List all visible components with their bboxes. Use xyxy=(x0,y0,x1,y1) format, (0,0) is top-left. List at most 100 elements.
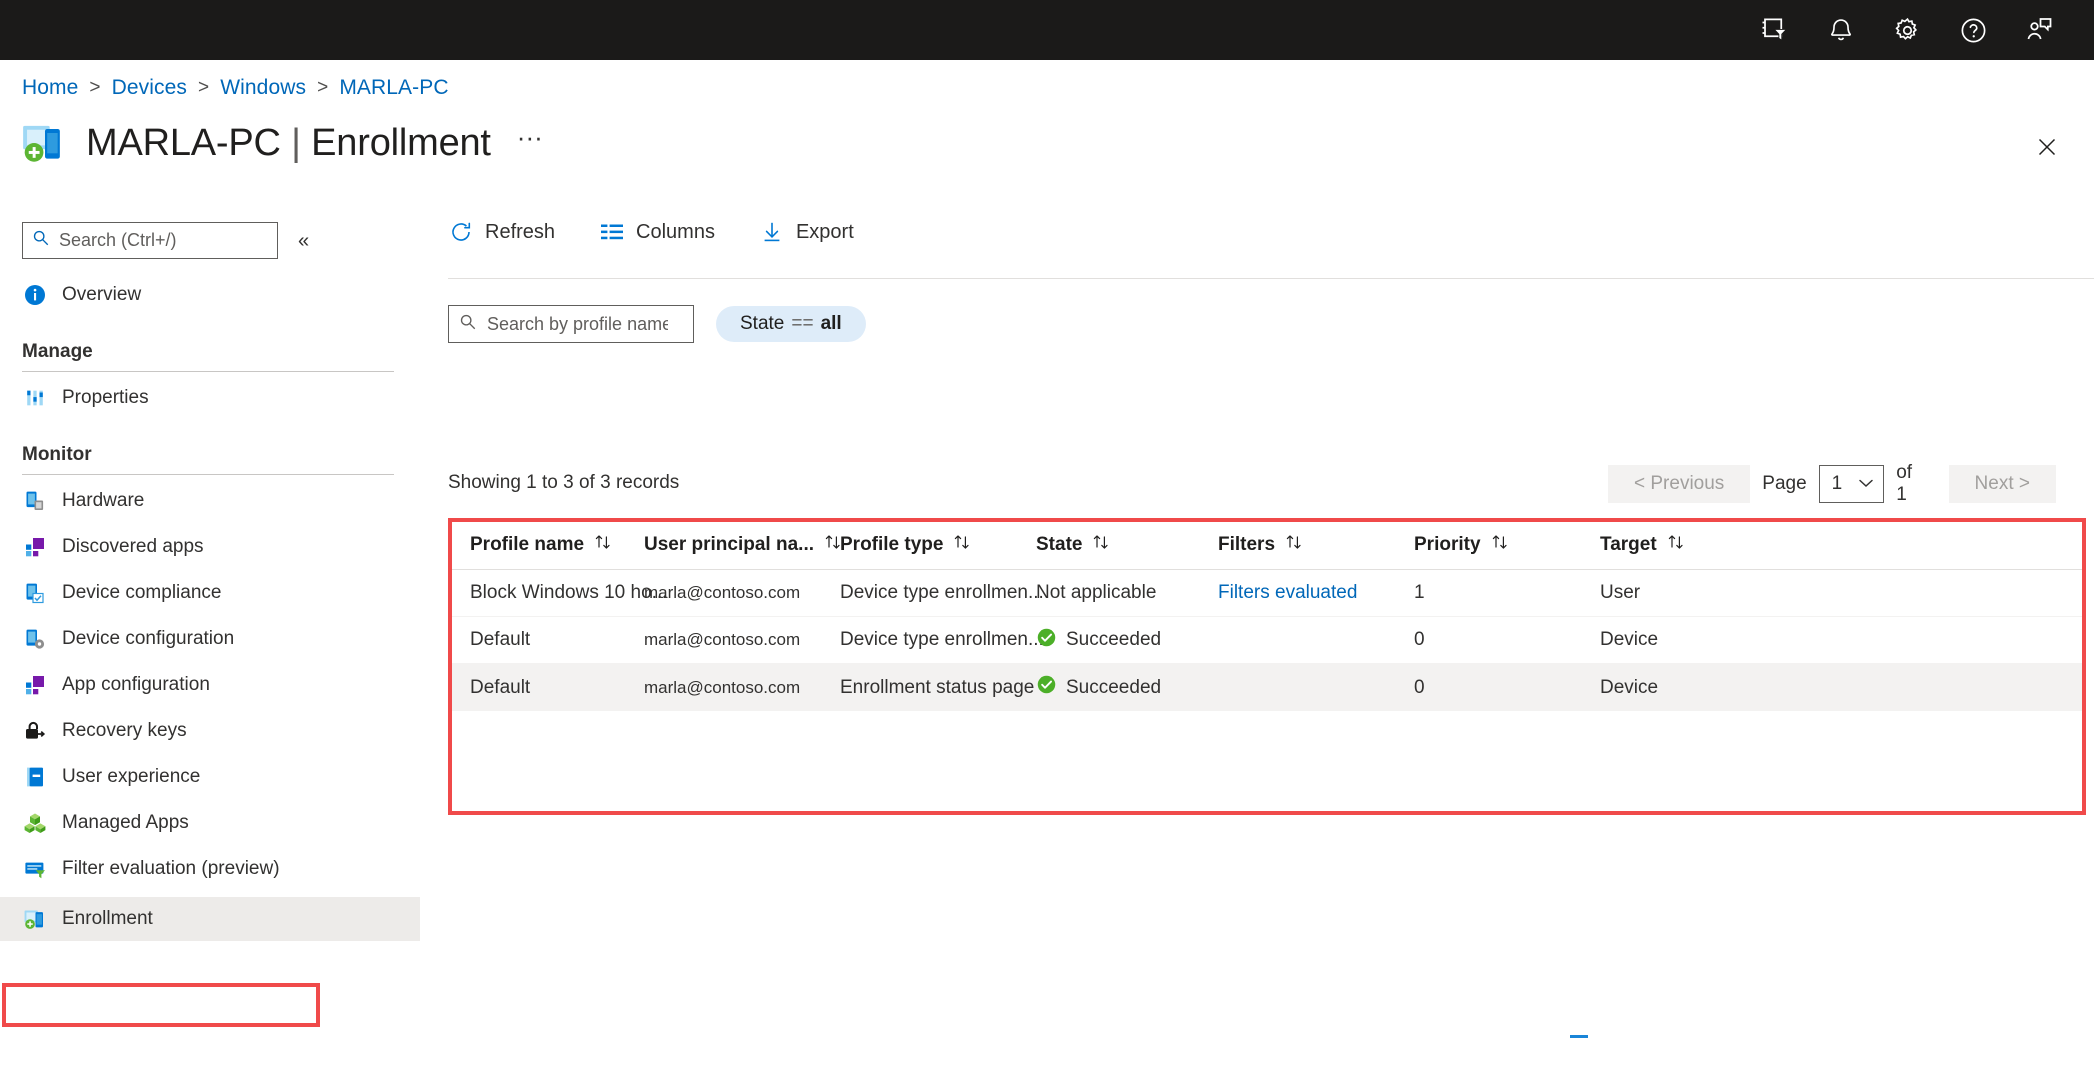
cell-target: User xyxy=(1600,582,1641,603)
page-label: Page xyxy=(1762,473,1807,494)
sidebar-item-enrollment[interactable]: Enrollment xyxy=(0,897,420,941)
sidebar-item-app-configuration[interactable]: App configuration xyxy=(0,665,440,705)
breadcrumb: Home > Devices > Windows > MARLA-PC xyxy=(22,76,449,100)
column-header-profile-type[interactable]: Profile type xyxy=(840,533,1036,557)
columns-icon xyxy=(599,219,625,245)
records-count: Showing 1 to 3 of 3 records xyxy=(448,472,680,493)
sort-arrows-icon xyxy=(1091,533,1111,557)
collapse-sidebar-button[interactable]: « xyxy=(298,231,309,251)
table-row[interactable]: Default marla@contoso.com Enrollment sta… xyxy=(448,664,2086,711)
sidebar-item-filter-evaluation[interactable]: Filter evaluation (preview) xyxy=(0,849,440,889)
cell-target: Device xyxy=(1600,629,1659,650)
page-header: MARLA-PC | Enrollment ··· xyxy=(20,118,543,168)
refresh-label: Refresh xyxy=(485,220,556,243)
cell-priority: 0 xyxy=(1414,629,1425,650)
help-question-icon[interactable] xyxy=(1940,0,2006,60)
sidebar-item-label: Device compliance xyxy=(62,582,222,603)
state-filter-pill[interactable]: State == all xyxy=(716,306,866,342)
bell-icon[interactable] xyxy=(1808,0,1874,60)
search-icon xyxy=(32,229,50,252)
device-compliance-icon xyxy=(22,580,48,606)
cell-filters: Filters evaluated xyxy=(1218,582,1414,604)
sidebar-item-hardware[interactable]: Hardware xyxy=(0,481,440,521)
sidebar-item-label: Hardware xyxy=(62,490,145,511)
state-text: Succeeded xyxy=(1066,676,1162,698)
sort-arrows-icon xyxy=(1490,533,1510,557)
breadcrumb-item-devices[interactable]: Devices xyxy=(112,76,187,100)
success-check-icon xyxy=(1036,674,1057,701)
sidebar-item-discovered-apps[interactable]: Discovered apps xyxy=(0,527,440,567)
pagination-controls: < Previous Page 1 of 1 Next > xyxy=(1608,462,2056,506)
previous-page-button[interactable]: < Previous xyxy=(1608,465,1751,503)
cell-upn: marla@contoso.com xyxy=(644,677,801,697)
page-title: MARLA-PC | Enrollment xyxy=(86,122,491,165)
lock-key-icon xyxy=(22,718,48,744)
cell-profile-name: Default xyxy=(470,629,531,650)
column-header-upn[interactable]: User principal na... xyxy=(644,533,840,557)
column-header-profile-name[interactable]: Profile name xyxy=(448,533,644,557)
more-options-button[interactable]: ··· xyxy=(517,124,543,162)
columns-button[interactable]: Columns xyxy=(599,219,733,245)
export-download-icon xyxy=(759,219,785,245)
profile-search-input[interactable] xyxy=(448,305,694,343)
enrollment-table: Profile name User principal na... Profil… xyxy=(448,520,2086,711)
state-filter-value: all xyxy=(820,313,842,334)
feedback-person-icon[interactable] xyxy=(2006,0,2072,60)
sidebar-item-label: Overview xyxy=(62,284,142,305)
sidebar-group-manage: Manage xyxy=(0,341,440,372)
sidebar-item-device-compliance[interactable]: Device compliance xyxy=(0,573,440,613)
page-total-label: of 1 xyxy=(1896,462,1913,505)
column-label: User principal na... xyxy=(644,533,814,555)
column-header-priority[interactable]: Priority xyxy=(1414,533,1600,557)
sidebar-item-device-configuration[interactable]: Device configuration xyxy=(0,619,440,659)
main-content: Refresh Columns Export Search by profile… xyxy=(448,210,2094,815)
info-circle-icon xyxy=(22,282,48,308)
column-label: Profile name xyxy=(470,533,585,555)
page-loading-indicator xyxy=(1570,1035,1588,1038)
cell-target: Device xyxy=(1600,676,1659,698)
cell-upn: marla@contoso.com xyxy=(644,583,801,602)
cell-profile-name: Block Windows 10 ho... xyxy=(470,582,668,603)
divider xyxy=(22,474,394,475)
profile-search-field[interactable] xyxy=(485,312,670,336)
sidebar-item-recovery-keys[interactable]: Recovery keys xyxy=(0,711,440,751)
sidebar-item-label: User experience xyxy=(62,766,201,787)
sidebar-item-user-experience[interactable]: User experience xyxy=(0,757,440,797)
next-page-button[interactable]: Next > xyxy=(1948,465,2056,503)
sidebar-item-properties[interactable]: Properties xyxy=(0,378,440,418)
search-input[interactable] xyxy=(22,222,278,259)
column-label: State xyxy=(1036,533,1083,555)
breadcrumb-item-windows[interactable]: Windows xyxy=(220,76,306,100)
sidebar-item-overview[interactable]: Overview xyxy=(0,275,440,315)
sidebar-group-title: Manage xyxy=(22,341,93,362)
filter-directory-icon[interactable] xyxy=(1742,0,1808,60)
gear-icon[interactable] xyxy=(1874,0,1940,60)
column-header-target[interactable]: Target xyxy=(1600,533,1750,557)
sort-arrows-icon xyxy=(1284,533,1304,557)
sidebar-item-label: Filter evaluation (preview) xyxy=(62,858,280,879)
column-header-state[interactable]: State xyxy=(1036,533,1218,557)
enrollment-icon xyxy=(22,906,48,932)
breadcrumb-item-marla-pc[interactable]: MARLA-PC xyxy=(339,76,448,100)
close-button[interactable] xyxy=(2030,130,2064,164)
table-row[interactable]: Default marla@contoso.com Device type en… xyxy=(448,617,2086,664)
filter-row: State == all xyxy=(448,305,866,343)
filters-evaluated-link[interactable]: Filters evaluated xyxy=(1218,582,1357,604)
cell-profile-type: Device type enrollmen... xyxy=(840,629,1044,650)
chevron-down-icon xyxy=(1857,473,1875,495)
breadcrumb-item-home[interactable]: Home xyxy=(22,76,78,100)
sidebar: « Overview Manage Properties xyxy=(0,222,440,1076)
cell-priority: 0 xyxy=(1414,676,1425,698)
page-title-device: MARLA-PC xyxy=(86,121,281,164)
column-header-filters[interactable]: Filters xyxy=(1218,533,1414,557)
sidebar-item-label: Discovered apps xyxy=(62,536,204,557)
export-button[interactable]: Export xyxy=(759,219,872,245)
refresh-button[interactable]: Refresh xyxy=(448,219,573,245)
cell-profile-name: Default xyxy=(470,676,531,698)
sidebar-item-managed-apps[interactable]: Managed Apps xyxy=(0,803,440,843)
enrollment-device-icon xyxy=(20,118,70,168)
page-number-select[interactable]: 1 xyxy=(1818,465,1885,503)
command-bar: Refresh Columns Export xyxy=(448,210,898,254)
sidebar-search-field[interactable] xyxy=(57,229,252,252)
table-row[interactable]: Block Windows 10 ho... marla@contoso.com… xyxy=(448,570,2086,617)
